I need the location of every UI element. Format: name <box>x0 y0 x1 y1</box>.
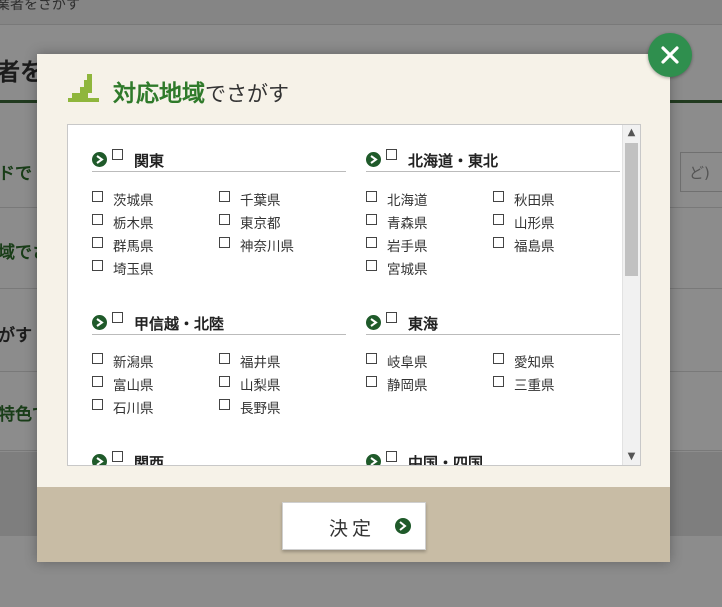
pref-label: 三重県 <box>514 378 555 394</box>
region-checkbox[interactable] <box>386 312 397 323</box>
checkbox[interactable] <box>219 376 230 387</box>
region-checkbox[interactable] <box>386 451 397 462</box>
scroll-up-icon[interactable]: ▲ <box>623 125 640 141</box>
pref-label: 岐阜県 <box>387 355 428 371</box>
checkbox[interactable] <box>219 237 230 248</box>
checkbox[interactable] <box>493 237 504 248</box>
checkbox[interactable] <box>219 191 230 202</box>
arrow-right-icon <box>395 518 411 534</box>
checkbox[interactable] <box>92 237 103 248</box>
region-header: 甲信越・北陸 <box>92 308 346 335</box>
checkbox[interactable] <box>92 260 103 271</box>
scrollbar[interactable]: ▲ ▼ <box>622 125 640 465</box>
region-checkbox[interactable] <box>386 149 397 160</box>
checkbox[interactable] <box>366 237 377 248</box>
pref-label: 愛知県 <box>514 355 555 371</box>
modal-footer: 決定 <box>37 487 670 562</box>
region-kansai: 関西 <box>92 447 346 466</box>
pref-label: 静岡県 <box>387 378 428 394</box>
pref-label: 石川県 <box>113 401 154 417</box>
region-header: 関西 <box>92 447 346 466</box>
pref-label: 長野県 <box>240 401 281 417</box>
decide-button[interactable]: 決定 <box>282 502 426 550</box>
checkbox[interactable] <box>92 353 103 364</box>
region-header: 中国・四国 <box>366 447 620 466</box>
pref-label: 埼玉県 <box>113 262 154 278</box>
region-header: 東海 <box>366 308 620 335</box>
pref-label: 福島県 <box>514 239 555 255</box>
region-name: 中国・四国 <box>408 454 484 466</box>
region-name: 関西 <box>134 454 165 466</box>
arrow-right-icon <box>366 152 381 167</box>
checkbox[interactable] <box>219 399 230 410</box>
checkbox[interactable] <box>219 353 230 364</box>
japan-map-icon <box>68 74 99 102</box>
checkbox[interactable] <box>493 191 504 202</box>
pref-label: 岩手県 <box>387 239 428 255</box>
region-name: 東海 <box>408 315 439 333</box>
pref-label: 千葉県 <box>240 193 281 209</box>
pref-label: 群馬県 <box>113 239 154 255</box>
area-search-modal: 対応地域でさがす 関東 茨城県 千葉県 栃木県 東京都 群馬県 神奈川県 埼玉県… <box>37 54 670 562</box>
region-hokkaido-tohoku: 北海道・東北 <box>366 145 620 172</box>
arrow-right-icon <box>366 454 381 465</box>
checkbox[interactable] <box>366 260 377 271</box>
checkbox[interactable] <box>92 191 103 202</box>
region-name: 甲信越・北陸 <box>134 315 225 333</box>
region-name: 関東 <box>134 152 165 170</box>
checkbox[interactable] <box>92 214 103 225</box>
pref-label: 神奈川県 <box>240 239 294 255</box>
region-name: 北海道・東北 <box>408 152 499 170</box>
region-header: 関東 <box>92 145 346 172</box>
pref-label: 富山県 <box>113 378 154 394</box>
checkbox[interactable] <box>366 214 377 225</box>
pref-label: 北海道 <box>387 193 428 209</box>
scroll-down-icon[interactable]: ▼ <box>623 449 640 465</box>
checkbox[interactable] <box>493 214 504 225</box>
modal-header: 対応地域でさがす <box>37 54 670 124</box>
scroll-thumb[interactable] <box>625 143 638 276</box>
checkbox[interactable] <box>366 353 377 364</box>
arrow-right-icon <box>92 454 107 465</box>
checkbox[interactable] <box>366 376 377 387</box>
region-kanto: 関東 <box>92 145 346 172</box>
pref-label: 新潟県 <box>113 355 154 371</box>
checkbox[interactable] <box>493 376 504 387</box>
checkbox[interactable] <box>92 376 103 387</box>
region-header: 北海道・東北 <box>366 145 620 172</box>
arrow-right-icon <box>92 315 107 330</box>
checkbox[interactable] <box>219 214 230 225</box>
checkbox[interactable] <box>92 399 103 410</box>
region-tokai: 東海 <box>366 308 620 335</box>
pref-label: 宮城県 <box>387 262 428 278</box>
pref-label: 秋田県 <box>514 193 555 209</box>
pref-label: 山梨県 <box>240 378 281 394</box>
decide-label: 決定 <box>329 518 376 540</box>
pref-label: 福井県 <box>240 355 281 371</box>
region-checkbox[interactable] <box>112 451 123 462</box>
pref-label: 東京都 <box>240 216 281 232</box>
close-icon <box>661 46 679 64</box>
pref-label: 茨城県 <box>113 193 154 209</box>
region-list[interactable]: 関東 茨城県 千葉県 栃木県 東京都 群馬県 神奈川県 埼玉県 北海道・東北 北… <box>67 124 641 466</box>
pref-label: 栃木県 <box>113 216 154 232</box>
modal-title-accent: 対応地域 <box>113 81 205 107</box>
modal-title: 対応地域でさがす <box>113 74 289 108</box>
modal-title-rest: でさがす <box>205 82 289 106</box>
pref-label: 青森県 <box>387 216 428 232</box>
region-checkbox[interactable] <box>112 149 123 160</box>
region-koshinetsu-hokuriku: 甲信越・北陸 <box>92 308 346 335</box>
arrow-right-icon <box>366 315 381 330</box>
close-button[interactable] <box>648 33 692 77</box>
checkbox[interactable] <box>366 191 377 202</box>
pref-label: 山形県 <box>514 216 555 232</box>
checkbox[interactable] <box>493 353 504 364</box>
region-checkbox[interactable] <box>112 312 123 323</box>
region-chugoku-shikoku: 中国・四国 <box>366 447 620 466</box>
arrow-right-icon <box>92 152 107 167</box>
